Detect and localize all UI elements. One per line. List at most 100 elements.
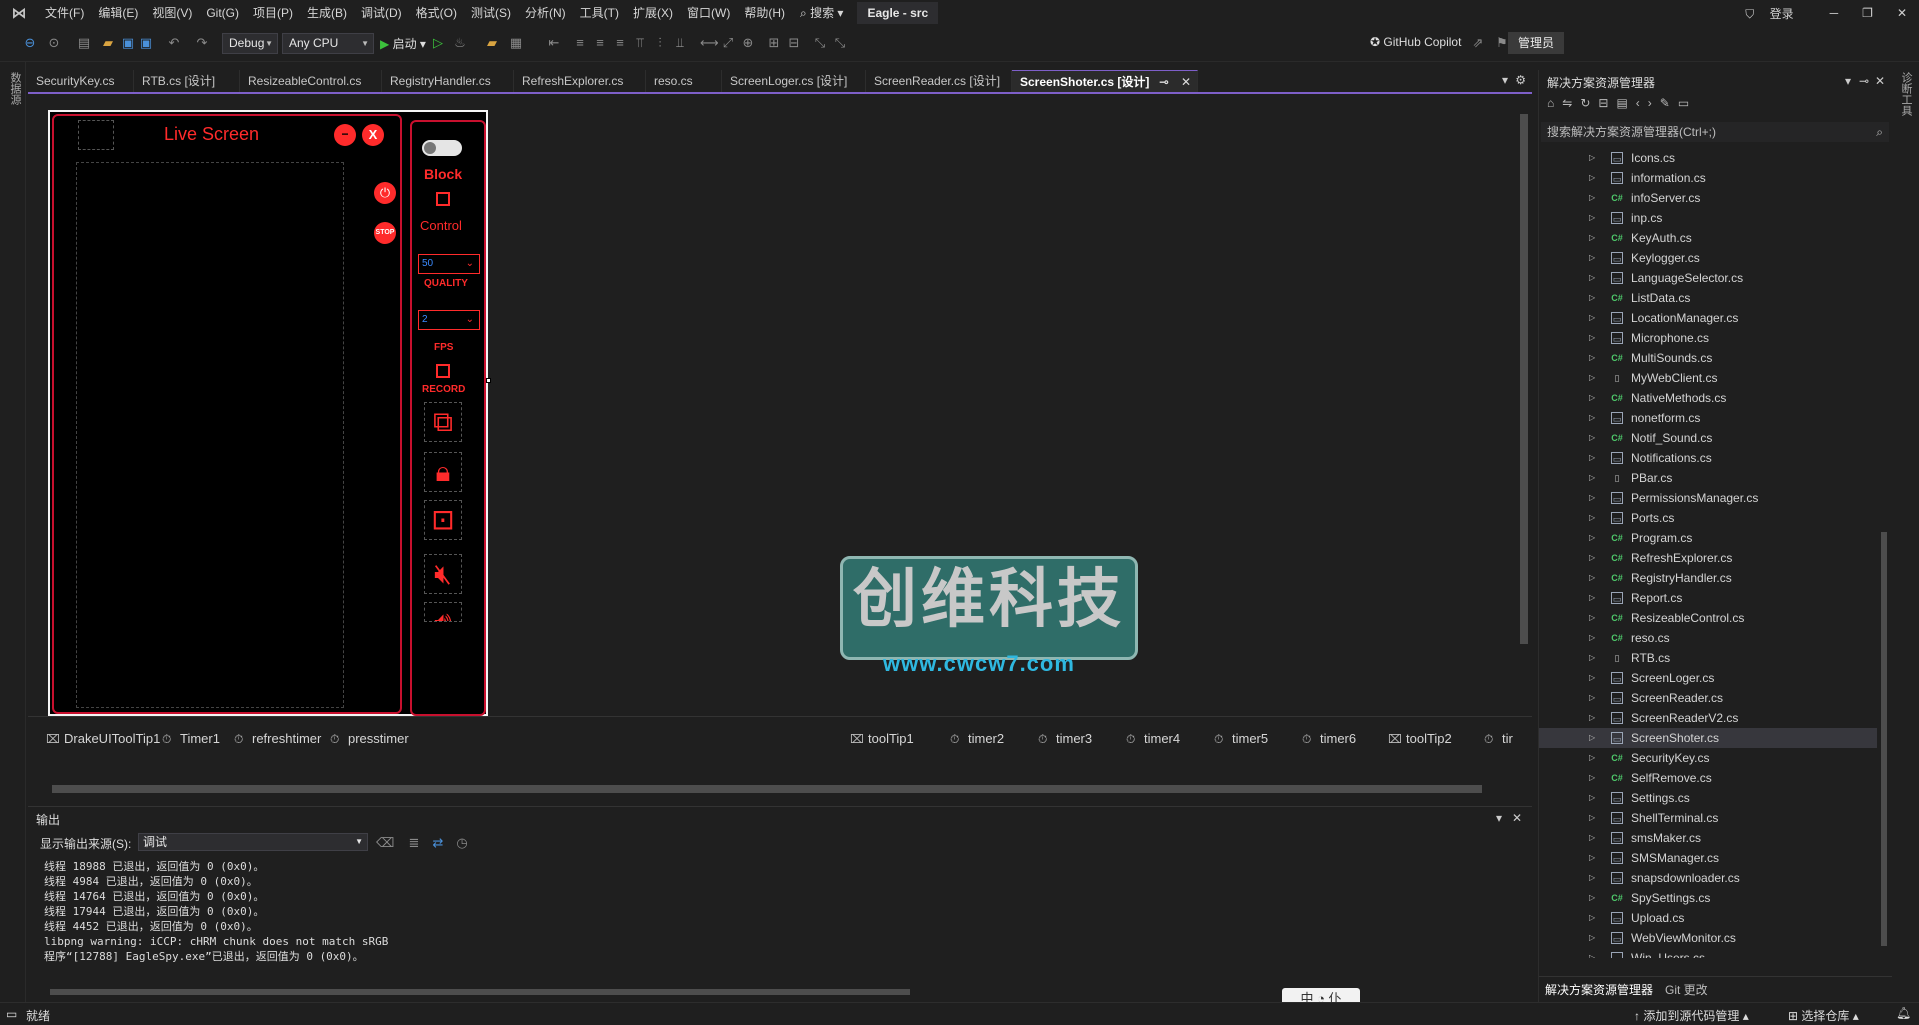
expand-chevron-icon[interactable]: ▷: [1589, 728, 1595, 748]
expand-chevron-icon[interactable]: ▷: [1589, 848, 1595, 868]
menu-build[interactable]: 生成(B): [300, 0, 354, 26]
refresh-icon[interactable]: ↻: [1580, 96, 1598, 110]
tab-git-changes[interactable]: Git 更改: [1665, 981, 1708, 998]
minimize-icon[interactable]: ─: [1818, 6, 1851, 20]
send-to-back-icon[interactable]: ⤡: [832, 35, 848, 51]
expand-chevron-icon[interactable]: ▷: [1589, 168, 1595, 188]
expand-chevron-icon[interactable]: ▷: [1589, 628, 1595, 648]
solution-file-item[interactable]: ▷ C# infoServer.cs: [1539, 188, 1877, 208]
expand-chevron-icon[interactable]: ▷: [1589, 348, 1595, 368]
add-to-source-control-button[interactable]: ↑ 添加到源代码管理 ▴: [1634, 1007, 1749, 1024]
save-icon[interactable]: ▣: [120, 35, 136, 51]
lock-icon[interactable]: 🔒︎: [424, 452, 462, 492]
solution-file-item[interactable]: ▷ C# Program.cs: [1539, 528, 1877, 548]
solution-file-item[interactable]: ▷ C# reso.cs: [1539, 628, 1877, 648]
expand-chevron-icon[interactable]: ▷: [1589, 828, 1595, 848]
forward-icon[interactable]: ⊙: [46, 35, 62, 51]
block-toggle[interactable]: [422, 140, 462, 156]
expand-chevron-icon[interactable]: ▷: [1589, 248, 1595, 268]
sync-icon[interactable]: ⇋: [1562, 96, 1580, 110]
solution-file-item[interactable]: ▷ C# SecurityKey.cs: [1539, 748, 1877, 768]
menu-edit[interactable]: 编辑(E): [91, 0, 145, 26]
menu-analyze[interactable]: 分析(N): [518, 0, 573, 26]
show-timestamp-icon[interactable]: ⇄: [430, 835, 446, 851]
home-icon[interactable]: ⌂: [1547, 96, 1562, 110]
clock-icon[interactable]: ◷: [454, 835, 470, 851]
tab-overflow-icon[interactable]: ▾: [1502, 73, 1508, 87]
component-drake-tooltip[interactable]: ⌧ DrakeUIToolTip1: [46, 729, 160, 749]
expand-chevron-icon[interactable]: ▷: [1589, 608, 1595, 628]
solution-file-item[interactable]: ▷ ▯ MyWebClient.cs: [1539, 368, 1877, 388]
tab-reso[interactable]: reso.cs: [646, 70, 722, 92]
solution-file-item[interactable]: ▷ ▭ Win_Users.cs: [1539, 948, 1877, 958]
solution-file-item[interactable]: ▷ ▭ nonetform.cs: [1539, 408, 1877, 428]
solution-file-item[interactable]: ▷ ▭ WebViewMonitor.cs: [1539, 928, 1877, 948]
component-timer6[interactable]: ⏱ timer6: [1302, 729, 1356, 749]
tab-solution-explorer[interactable]: 解决方案资源管理器: [1545, 981, 1653, 998]
solution-file-item[interactable]: ▷ ▭ Microphone.cs: [1539, 328, 1877, 348]
close-icon[interactable]: ✕: [1885, 6, 1919, 20]
solution-file-item[interactable]: ▷ ▭ ScreenReader.cs: [1539, 688, 1877, 708]
control-checkbox[interactable]: [436, 192, 450, 206]
clear-output-icon[interactable]: ⌫: [376, 835, 394, 851]
menu-view[interactable]: 视图(V): [145, 0, 199, 26]
component-timer5[interactable]: ⏱ timer5: [1214, 729, 1268, 749]
output-source-select[interactable]: 调试 ▼: [138, 833, 368, 851]
solution-file-item[interactable]: ▷ ▭ Notifications.cs: [1539, 448, 1877, 468]
new-project-icon[interactable]: ▤: [76, 35, 92, 51]
minimize-button[interactable]: −: [334, 124, 356, 146]
menu-project[interactable]: 项目(P): [246, 0, 300, 26]
solution-file-item[interactable]: ▷ C# MultiSounds.cs: [1539, 348, 1877, 368]
align-middle-icon[interactable]: ⫶: [652, 35, 668, 51]
toggle-wrap-icon[interactable]: ≣: [406, 835, 422, 851]
live-screen-panel[interactable]: Live Screen − X ⏻ STOP: [52, 114, 402, 714]
solution-file-item[interactable]: ▷ ▭ information.cs: [1539, 168, 1877, 188]
sound-icon[interactable]: 🔊︎: [424, 602, 462, 622]
component-timer1[interactable]: ⏱ Timer1: [162, 729, 220, 749]
stop-icon[interactable]: STOP: [374, 222, 396, 244]
solution-file-item[interactable]: ▷ C# KeyAuth.cs: [1539, 228, 1877, 248]
open-folder-icon[interactable]: ▰: [100, 35, 116, 51]
solution-file-item[interactable]: ▷ C# SpySettings.cs: [1539, 888, 1877, 908]
platform-select[interactable]: Any CPU ▼: [282, 33, 374, 54]
solution-file-item[interactable]: ▷ ▭ Report.cs: [1539, 588, 1877, 608]
expand-chevron-icon[interactable]: ▷: [1589, 408, 1595, 428]
screens-icon[interactable]: ⧉: [424, 402, 462, 442]
solution-file-item[interactable]: ▷ ▭ ScreenLoger.cs: [1539, 668, 1877, 688]
solution-file-item[interactable]: ▷ ▭ smsMaker.cs: [1539, 828, 1877, 848]
solution-file-item[interactable]: ▷ ▭ Ports.cs: [1539, 508, 1877, 528]
diagnostic-tools-tab[interactable]: 诊断工具: [1898, 72, 1914, 116]
solution-vertical-scrollbar[interactable]: [1879, 150, 1889, 956]
solution-file-item[interactable]: ▷ ▭ PermissionsManager.cs: [1539, 488, 1877, 508]
horizontal-spacing-icon[interactable]: ⊞: [766, 35, 782, 51]
expand-chevron-icon[interactable]: ▷: [1589, 148, 1595, 168]
solution-file-item[interactable]: ▷ ▭ Icons.cs: [1539, 148, 1877, 168]
expand-chevron-icon[interactable]: ▷: [1589, 748, 1595, 768]
expand-chevron-icon[interactable]: ▷: [1589, 468, 1595, 488]
close-panel-icon[interactable]: ✕: [1875, 74, 1885, 88]
solution-file-item[interactable]: ▷ C# RefreshExplorer.cs: [1539, 548, 1877, 568]
data-sources-tab[interactable]: 数据源: [7, 72, 23, 105]
logo-placeholder[interactable]: [78, 120, 114, 150]
make-same-width-icon[interactable]: ⟷: [700, 35, 719, 51]
component-timer2[interactable]: ⏱ timer2: [950, 729, 1004, 749]
component-tooltip1[interactable]: ⌧ toolTip1: [850, 729, 914, 749]
configuration-select[interactable]: Debug ▼: [222, 33, 278, 54]
output-dropdown-icon[interactable]: ▾: [1496, 811, 1502, 825]
account-button[interactable]: ⛉ 登录: [1733, 5, 1817, 22]
restore-icon[interactable]: ❐: [1850, 6, 1885, 20]
start-without-debug-icon[interactable]: ▷: [430, 35, 446, 51]
tab-security-key[interactable]: SecurityKey.cs: [28, 70, 134, 92]
expand-chevron-icon[interactable]: ▷: [1589, 388, 1595, 408]
tab-rtb-design[interactable]: RTB.cs [设计]: [134, 70, 240, 92]
back-icon[interactable]: ⊖: [22, 35, 38, 51]
expand-chevron-icon[interactable]: ▷: [1589, 188, 1595, 208]
record-checkbox[interactable]: [436, 364, 450, 378]
solution-folder-icon[interactable]: ▰: [484, 35, 500, 51]
power-icon[interactable]: ⏻: [374, 182, 396, 204]
redo-icon[interactable]: ↷: [194, 35, 210, 51]
expand-chevron-icon[interactable]: ▷: [1589, 768, 1595, 788]
scroll-thumb[interactable]: [1520, 114, 1528, 644]
expand-chevron-icon[interactable]: ▷: [1589, 548, 1595, 568]
component-tooltip2[interactable]: ⌧ toolTip2: [1388, 729, 1452, 749]
